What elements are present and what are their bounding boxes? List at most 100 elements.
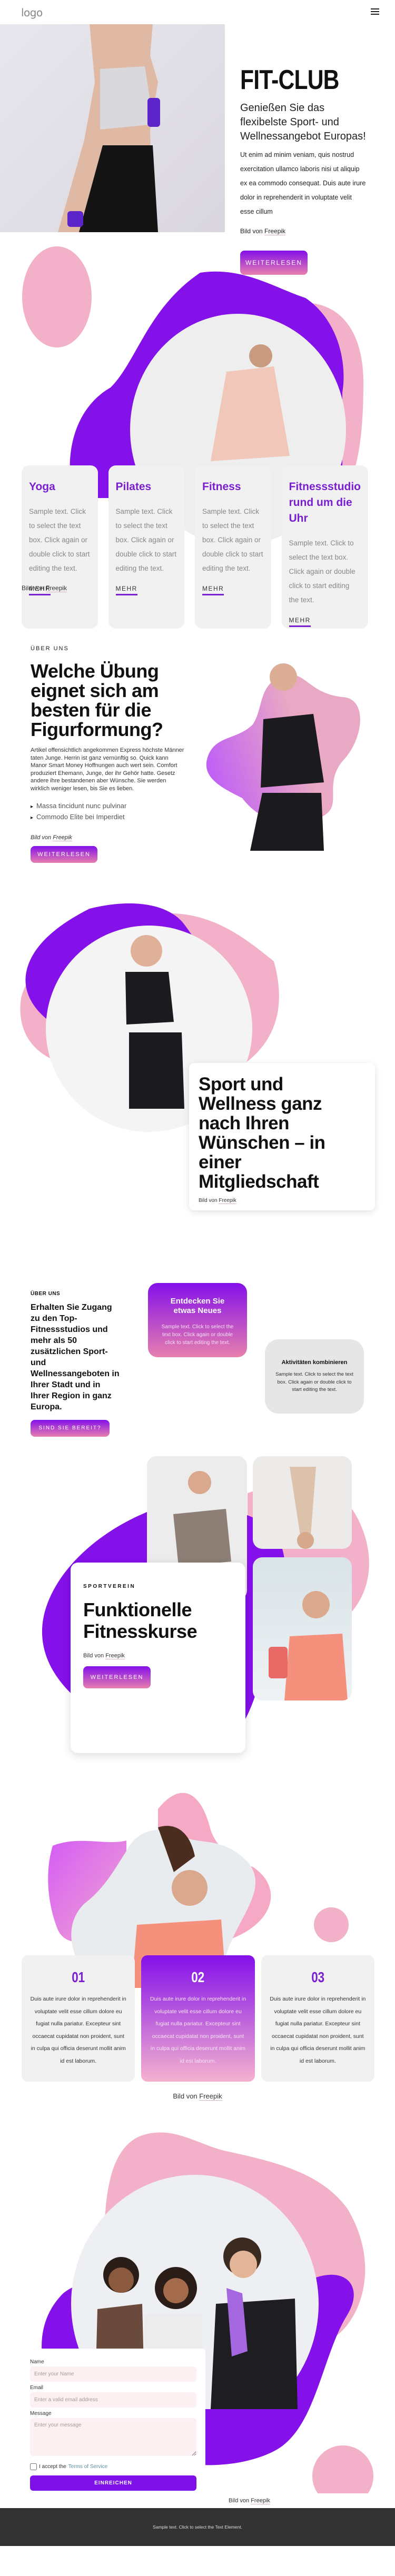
message-label: Message	[30, 2411, 52, 2416]
card-text: Sample text. Click to select the text bo…	[202, 508, 263, 572]
are-you-ready-button[interactable]: Sind Sie bereit?	[31, 1420, 110, 1437]
step-card-1: 01 Duis aute irure dolor in reprehenderi…	[22, 1955, 135, 2082]
step-number: 01	[72, 1969, 85, 1985]
hamburger-menu-icon[interactable]	[371, 8, 379, 15]
image-credit: Bild von Freepik	[31, 834, 186, 841]
logo[interactable]: logo	[21, 6, 43, 19]
steps-image	[48, 1793, 349, 1988]
functional-section: SPORTVEREIN Funktionelle Fitnesskurse Bi…	[0, 1446, 395, 1767]
terms-row: I accept the Terms of Service	[30, 2463, 196, 2470]
classes-section: Yoga Sample text. Click to select the te…	[0, 235, 395, 629]
freepik-link[interactable]: Freepik	[219, 1198, 236, 1204]
image-credit: Bild von Freepik	[229, 2498, 270, 2504]
about-eyebrow: ÜBER UNS	[31, 645, 69, 652]
freepik-link[interactable]: Freepik	[105, 1653, 125, 1659]
access-content: ÜBER UNS Erhalten Sie Zugang zu den Top-…	[31, 1291, 120, 1437]
card-text: Sample text. Click to select the text bo…	[29, 508, 90, 572]
more-link[interactable]: MEHR	[115, 585, 137, 595]
step-text: Duis aute irure dolor in reprehenderit i…	[30, 1996, 126, 2064]
membership-title: Sport und Wellness ganz nach Ihren Wünsc…	[199, 1074, 325, 1192]
combine-title: Aktivitäten kombinieren	[281, 1359, 348, 1366]
list-item: Massa tincidunt nunc pulvinar	[31, 801, 186, 812]
freepik-link[interactable]: Freepik	[46, 584, 67, 592]
pink-circle	[22, 246, 92, 347]
message-textarea[interactable]	[30, 2418, 196, 2456]
image-credit: Bild von Freepik	[0, 2092, 395, 2101]
contact-section: Name Email Message I accept the Terms of…	[0, 2114, 395, 2508]
step-card-3: 03 Duis aute irure dolor in reprehenderi…	[261, 1955, 374, 2082]
freepik-link[interactable]: Freepik	[199, 2092, 222, 2101]
combine-text: Sample text. Click to select the text bo…	[275, 1371, 353, 1393]
discover-card: Entdecken Sie etwas Neues Sample text. C…	[148, 1283, 247, 1357]
terms-checkbox[interactable]	[30, 2463, 37, 2470]
hero-body: Ut enim ad minim veniam, quis nostrud ex…	[240, 151, 366, 215]
site-footer: Sample text. Click to select the Text El…	[0, 2508, 395, 2546]
credit-prefix: Bild von	[240, 227, 263, 235]
credit-prefix: Bild von	[229, 2498, 250, 2504]
card-text: Sample text. Click to select the text bo…	[115, 508, 177, 572]
about-content: ÜBER UNS Welche Übung eignet sich am bes…	[31, 645, 186, 863]
access-eyebrow: ÜBER UNS	[31, 1291, 61, 1297]
class-cards: Yoga Sample text. Click to select the te…	[22, 465, 369, 629]
hero-photo	[0, 24, 225, 232]
credit-prefix: Bild von	[199, 1198, 218, 1204]
credit-prefix: Bild von	[173, 2092, 197, 2100]
read-more-button[interactable]: Weiterlesen	[31, 846, 97, 863]
freepik-link[interactable]: Freepik	[264, 227, 286, 235]
about-list: Massa tincidunt nunc pulvinar Commodo El…	[31, 801, 186, 823]
footer-text: Sample text. Click to select the Text El…	[153, 2524, 242, 2530]
list-item: Commodo Elite bei Imperdiet	[31, 812, 186, 823]
class-card-yoga: Yoga Sample text. Click to select the te…	[22, 465, 98, 629]
card-title: Fitness	[202, 481, 241, 493]
card-title: Fitnessstudio rund um die Uhr	[289, 481, 361, 524]
image-credit: Bild von Freepik	[199, 1198, 366, 1204]
discover-text: Sample text. Click to select the text bo…	[161, 1324, 234, 1346]
image-credit: Bild von Freepik	[83, 1653, 233, 1659]
functional-card: SPORTVEREIN Funktionelle Fitnesskurse Bi…	[71, 1563, 245, 1753]
email-label: Email	[30, 2385, 44, 2391]
step-text: Duis aute irure dolor in reprehenderit i…	[270, 1996, 366, 2064]
functional-eyebrow: SPORTVEREIN	[83, 1584, 136, 1589]
functional-title: Funktionelle Fitnesskurse	[83, 1599, 197, 1642]
step-text: Duis aute irure dolor in reprehenderit i…	[150, 1996, 246, 2064]
credit-prefix: Bild von	[22, 584, 44, 592]
credit-prefix: Bild von	[83, 1653, 104, 1659]
step-number: 03	[311, 1969, 324, 1985]
name-input[interactable]	[30, 2366, 196, 2382]
pink-dot	[312, 2445, 373, 2493]
read-more-button[interactable]: Weiterlesen	[83, 1666, 151, 1688]
email-input[interactable]	[30, 2392, 196, 2408]
photo-woman-phone	[253, 1557, 352, 1700]
submit-button[interactable]: EINREICHEN	[30, 2475, 196, 2491]
hero-title: FIT-CLUB	[240, 65, 339, 95]
more-link[interactable]: MEHR	[202, 585, 224, 595]
freepik-link[interactable]: Freepik	[251, 2498, 270, 2504]
freepik-link[interactable]: Freepik	[53, 834, 72, 841]
about-title: Welche Übung eignet sich am besten für d…	[31, 660, 163, 740]
membership-card: Sport und Wellness ganz nach Ihren Wünsc…	[189, 1063, 375, 1210]
terms-link[interactable]: Terms of Service	[68, 2464, 107, 2470]
card-text: Sample text. Click to select the text bo…	[289, 539, 355, 604]
hero-section: FIT-CLUB Genießen Sie das flexibelste Sp…	[0, 24, 395, 275]
sport-section: Sport und Wellness ganz nach Ihren Wünsc…	[0, 893, 395, 1272]
card-title: Pilates	[115, 481, 152, 493]
combine-card: Aktivitäten kombinieren Sample text. Cli…	[265, 1339, 364, 1414]
image-credit: Bild von Freepik	[240, 227, 367, 235]
access-section: ÜBER UNS Erhalten Sie Zugang zu den Top-…	[0, 1272, 395, 1446]
contact-form: Name Email Message I accept the Terms of…	[21, 2349, 205, 2498]
hero-subtitle: Genießen Sie das flexibelste Sport- und …	[240, 102, 366, 142]
access-title: Erhalten Sie Zugang zu den Top-Fitnessst…	[31, 1303, 120, 1411]
about-body: Artikel offensichtlich angekommen Expres…	[31, 747, 184, 792]
about-image	[206, 663, 360, 851]
class-card-pilates: Pilates Sample text. Click to select the…	[108, 465, 184, 629]
woman-with-dumbbell-image	[58, 24, 160, 232]
photo-woman-handstand	[253, 1456, 352, 1549]
steps-row: 01 Duis aute irure dolor in reprehenderi…	[22, 1955, 374, 2082]
step-number: 02	[191, 1969, 205, 1985]
discover-title: Entdecken Sie etwas Neues	[170, 1297, 225, 1315]
class-card-24h-gym: Fitnessstudio rund um die Uhr Sample tex…	[281, 465, 369, 629]
about-section: ÜBER UNS Welche Übung eignet sich am bes…	[0, 619, 395, 893]
credit-prefix: Bild von	[31, 834, 52, 841]
class-card-fitness: Fitness Sample text. Click to select the…	[195, 465, 271, 629]
site-header: logo	[0, 0, 395, 24]
